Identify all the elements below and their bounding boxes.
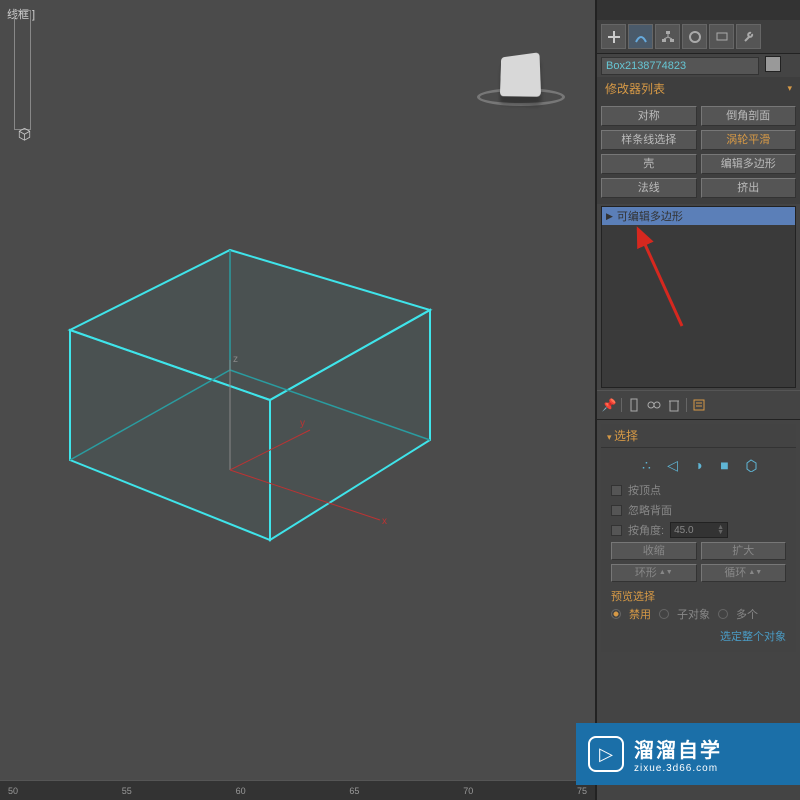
radio-multi[interactable]: [718, 609, 728, 619]
modifier-extrude-button[interactable]: 挤出: [701, 178, 797, 198]
by-angle-label: 按角度:: [628, 522, 664, 538]
preview-radio-group: 禁用 子对象 多个: [611, 606, 786, 622]
display-tab-icon[interactable]: [709, 24, 734, 49]
spinner-arrows-icon[interactable]: ▲▼: [659, 565, 673, 581]
divider: [686, 398, 687, 412]
angle-value: 45.0: [674, 525, 693, 536]
angle-spinner[interactable]: 45.0 ▲▼: [670, 522, 728, 538]
axis-x-label: x: [382, 516, 387, 527]
modify-tab-icon[interactable]: [628, 24, 653, 49]
spinner-arrows-icon[interactable]: ▲▼: [717, 525, 724, 535]
modifier-spline-select-button[interactable]: 样条线选择: [601, 130, 697, 150]
watermark-badge: ▷ 溜溜自学 zixue.3d66.com: [576, 723, 800, 785]
timeline-tick: 60: [236, 786, 246, 796]
create-tab-icon[interactable]: [601, 24, 626, 49]
viewport-3d[interactable]: 线框 ] z y x: [0, 0, 595, 800]
radio-multi-label: 多个: [736, 606, 758, 622]
make-unique-icon[interactable]: [646, 397, 662, 413]
radio-disable[interactable]: [611, 609, 621, 619]
edge-level-icon[interactable]: ◁: [664, 456, 682, 474]
timeline-tick: 55: [122, 786, 132, 796]
checkbox-icon[interactable]: [611, 485, 622, 496]
by-vertex-label: 按顶点: [628, 482, 661, 498]
remove-modifier-icon[interactable]: [666, 397, 682, 413]
axis-z-label: z: [233, 354, 238, 365]
radio-subobject[interactable]: [659, 609, 669, 619]
rollout-title: 选择: [614, 429, 638, 443]
shrink-button[interactable]: 收缩: [611, 542, 697, 560]
grow-button[interactable]: 扩大: [701, 542, 787, 560]
panel-menubar: [597, 0, 800, 20]
checkbox-icon[interactable]: [611, 525, 622, 536]
axis-y-label: y: [300, 418, 305, 429]
timeline-tick: 65: [349, 786, 359, 796]
timeline-tick: 75: [577, 786, 587, 796]
loop-button[interactable]: 循环▲▼: [701, 564, 787, 582]
selection-rollout-header[interactable]: 选择: [601, 424, 796, 448]
modifier-edit-poly-button[interactable]: 编辑多边形: [701, 154, 797, 174]
panel-tab-row: [597, 20, 800, 54]
object-color-swatch[interactable]: [765, 56, 781, 72]
motion-tab-icon[interactable]: [682, 24, 707, 49]
play-icon: ▷: [588, 736, 624, 772]
element-level-icon[interactable]: [742, 456, 760, 474]
viewcube[interactable]: [500, 52, 541, 96]
timeline[interactable]: 50 55 60 65 70 75: [0, 780, 595, 800]
scene-object-box[interactable]: z y x: [50, 250, 450, 550]
modifier-normal-button[interactable]: 法线: [601, 178, 697, 198]
radio-subobject-label: 子对象: [677, 606, 710, 622]
stack-toolbar: 📌: [597, 390, 800, 420]
camera-target-icon: [17, 126, 32, 141]
modifier-symmetry-button[interactable]: 对称: [601, 106, 697, 126]
modifier-stack[interactable]: ▶ 可编辑多边形: [601, 206, 796, 388]
utilities-tab-icon[interactable]: [736, 24, 761, 49]
divider: [621, 398, 622, 412]
timeline-tick: 70: [463, 786, 473, 796]
modifier-list-dropdown[interactable]: 修改器列表: [597, 77, 800, 100]
object-name-input[interactable]: [601, 57, 759, 75]
modifier-button-grid: 对称 倒角剖面 样条线选择 涡轮平滑 壳 编辑多边形 法线 挤出: [597, 100, 800, 204]
select-whole-object-link[interactable]: 选定整个对象: [611, 628, 786, 644]
command-panel: 修改器列表 对称 倒角剖面 样条线选择 涡轮平滑 壳 编辑多边形 法线 挤出 ▶…: [595, 0, 800, 800]
modifier-turbosmooth-button[interactable]: 涡轮平滑: [701, 130, 797, 150]
by-angle-row: 按角度: 45.0 ▲▼: [611, 522, 786, 538]
configure-sets-icon[interactable]: [691, 397, 707, 413]
annotation-arrow: [632, 221, 702, 331]
by-vertex-checkbox-row[interactable]: 按顶点: [611, 482, 786, 498]
modifier-list-label: 修改器列表: [605, 80, 665, 97]
ignore-backface-label: 忽略背面: [628, 502, 672, 518]
spinner-arrows-icon[interactable]: ▲▼: [748, 565, 762, 581]
expand-icon[interactable]: ▶: [606, 211, 613, 222]
border-level-icon[interactable]: ◑: [690, 456, 708, 474]
checkbox-icon[interactable]: [611, 505, 622, 516]
modifier-bevel-profile-button[interactable]: 倒角剖面: [701, 106, 797, 126]
ignore-backface-checkbox-row[interactable]: 忽略背面: [611, 502, 786, 518]
hierarchy-tab-icon[interactable]: [655, 24, 680, 49]
subobject-level-row: ∴ ◁ ◑ ■: [611, 456, 786, 474]
preview-selection-label: 预览选择: [611, 588, 786, 604]
show-end-result-icon[interactable]: [626, 397, 642, 413]
ring-button[interactable]: 环形▲▼: [611, 564, 697, 582]
vertex-level-icon[interactable]: ∴: [638, 456, 656, 474]
pin-stack-icon[interactable]: 📌: [601, 397, 617, 413]
watermark-title: 溜溜自学: [634, 734, 722, 763]
radio-disable-label: 禁用: [629, 606, 651, 622]
selection-rollout: 选择 ∴ ◁ ◑ ■ 按顶点 忽略背面 按角度: 45.0: [601, 424, 796, 652]
timeline-tick: 50: [8, 786, 18, 796]
watermark-url: zixue.3d66.com: [634, 763, 722, 774]
modifier-shell-button[interactable]: 壳: [601, 154, 697, 174]
safe-frame-guide: [14, 10, 31, 130]
polygon-level-icon[interactable]: ■: [716, 456, 734, 474]
